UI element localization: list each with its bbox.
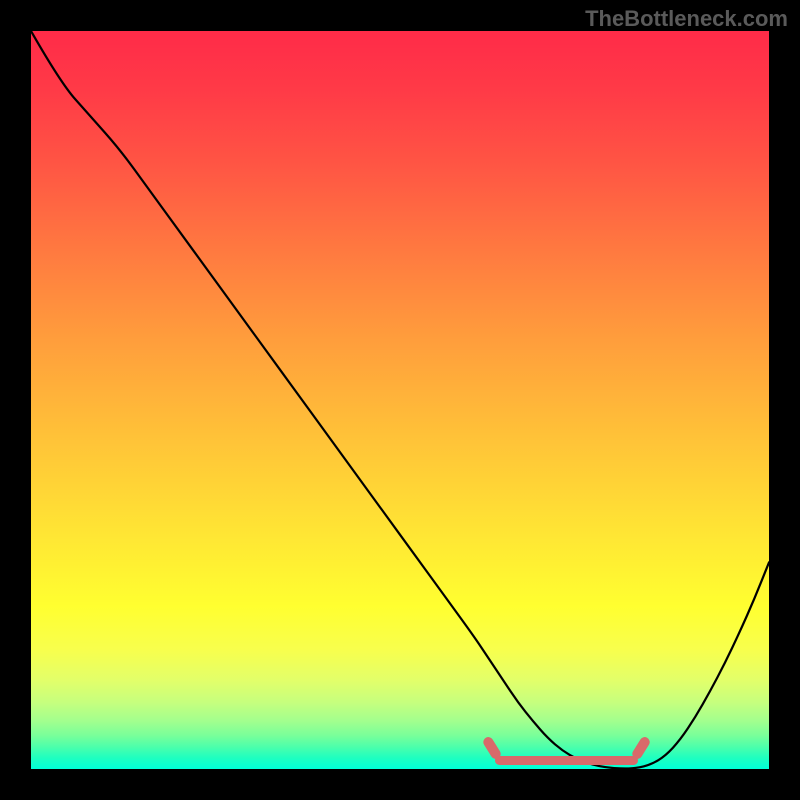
optimal-marker-bar	[495, 756, 638, 765]
plot-area	[31, 31, 769, 769]
chart-container: TheBottleneck.com	[0, 0, 800, 800]
bottleneck-curve	[31, 31, 769, 769]
watermark-text: TheBottleneck.com	[585, 6, 788, 32]
